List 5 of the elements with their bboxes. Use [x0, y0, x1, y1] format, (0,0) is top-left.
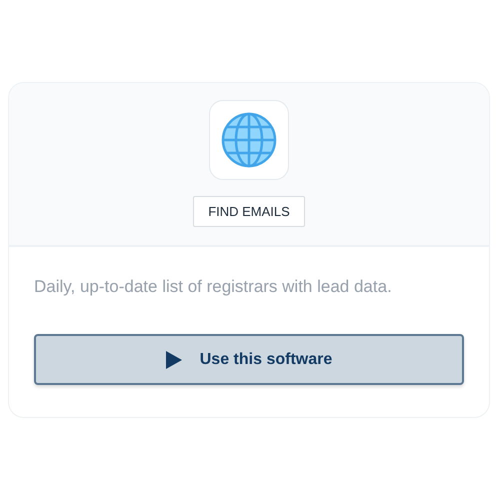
description-text: Daily, up-to-date list of registrars with lead data.: [34, 277, 393, 297]
find-emails-button[interactable]: FIND EMAILS: [193, 196, 305, 227]
play-icon: [166, 350, 182, 368]
globe-icon: [221, 112, 277, 168]
use-software-button[interactable]: Use this software: [34, 334, 464, 385]
